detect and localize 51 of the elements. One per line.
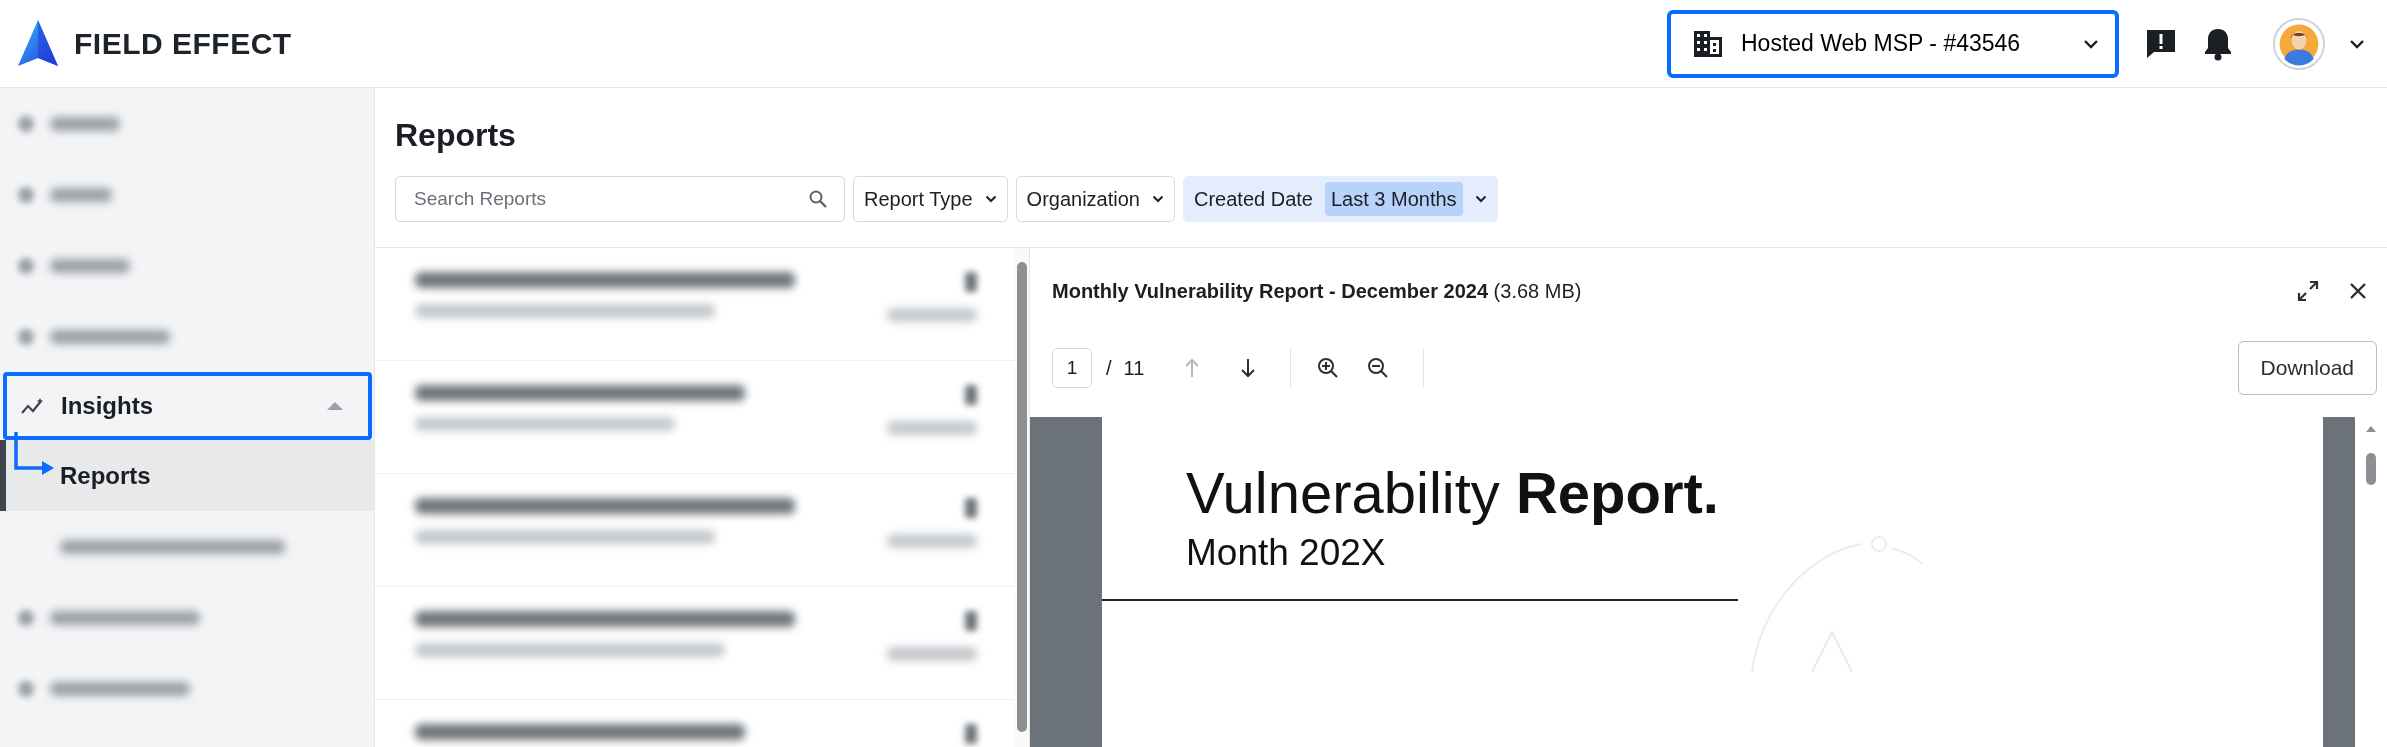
- arrow-down-icon[interactable]: [1240, 358, 1257, 378]
- blurred-icon: [965, 611, 977, 631]
- chevron-down-icon: [1152, 195, 1164, 204]
- document-heading: Vulnerability Report.: [1186, 461, 1720, 525]
- page-separator: /: [1106, 356, 1112, 381]
- page-number-field[interactable]: 1: [1052, 348, 1092, 388]
- scrollbar-thumb[interactable]: [1017, 262, 1027, 732]
- filter-dropdown[interactable]: Report Type: [853, 176, 1008, 223]
- chevron-down-icon: [2349, 38, 2365, 49]
- insights-icon: [21, 397, 45, 415]
- document-title: Monthly Vulnerability Report - December 2024 (3.68 MB): [1052, 278, 1582, 304]
- avatar-icon[interactable]: [2273, 17, 2325, 70]
- blurred-icon: [18, 680, 34, 697]
- filter-dropdown[interactable]: Created Date Last 3 Months: [1183, 176, 1498, 223]
- blurred-icon: [965, 498, 977, 518]
- chevron-down-icon: [2083, 38, 2099, 49]
- search-icon: [809, 190, 827, 209]
- scroll-up-icon[interactable]: [2365, 425, 2377, 433]
- zoom-in-icon[interactable]: [1317, 357, 1340, 379]
- notifications-icon[interactable]: [2203, 26, 2233, 61]
- caret-up-icon: [326, 401, 344, 411]
- blurred-text: [50, 187, 112, 202]
- blurred-icon: [965, 724, 977, 744]
- search-field[interactable]: Search Reports: [395, 176, 845, 223]
- zoom-out-icon[interactable]: [1367, 357, 1390, 379]
- blurred-icon: [18, 328, 34, 345]
- filter-value: Last 3 Months: [1324, 182, 1463, 217]
- download-button[interactable]: Download: [2237, 341, 2377, 395]
- blurred-icon: [965, 272, 977, 292]
- document-subtitle: Month 202X: [1186, 530, 1387, 575]
- feedback-icon[interactable]: [2145, 27, 2177, 60]
- filter-dropdown[interactable]: Organization: [1015, 176, 1175, 223]
- expand-icon[interactable]: [2297, 279, 2319, 302]
- sidebar-subitem[interactable]: Reports: [0, 440, 374, 511]
- sidebar-item[interactable]: Insights: [3, 372, 372, 440]
- building-icon: [1693, 29, 1723, 58]
- blurred-icon: [18, 257, 34, 274]
- blurred-icon: [18, 186, 34, 203]
- blurred-icon: [18, 115, 34, 132]
- brand-name: FIELD EFFECT: [74, 26, 292, 62]
- logo-icon: [18, 19, 58, 68]
- page-count: 11: [1123, 356, 1145, 381]
- chevron-down-icon: [1474, 195, 1487, 204]
- blurred-text: [50, 116, 120, 131]
- blurred-icon: [18, 609, 34, 626]
- chevron-down-icon: [984, 195, 997, 204]
- organization-selector[interactable]: Hosted Web MSP - #43546: [1667, 9, 2119, 78]
- blurred-icon: [965, 385, 977, 405]
- close-icon[interactable]: [2349, 281, 2367, 300]
- page-title: Reports: [395, 116, 517, 155]
- scrollbar-thumb[interactable]: [2366, 453, 2376, 485]
